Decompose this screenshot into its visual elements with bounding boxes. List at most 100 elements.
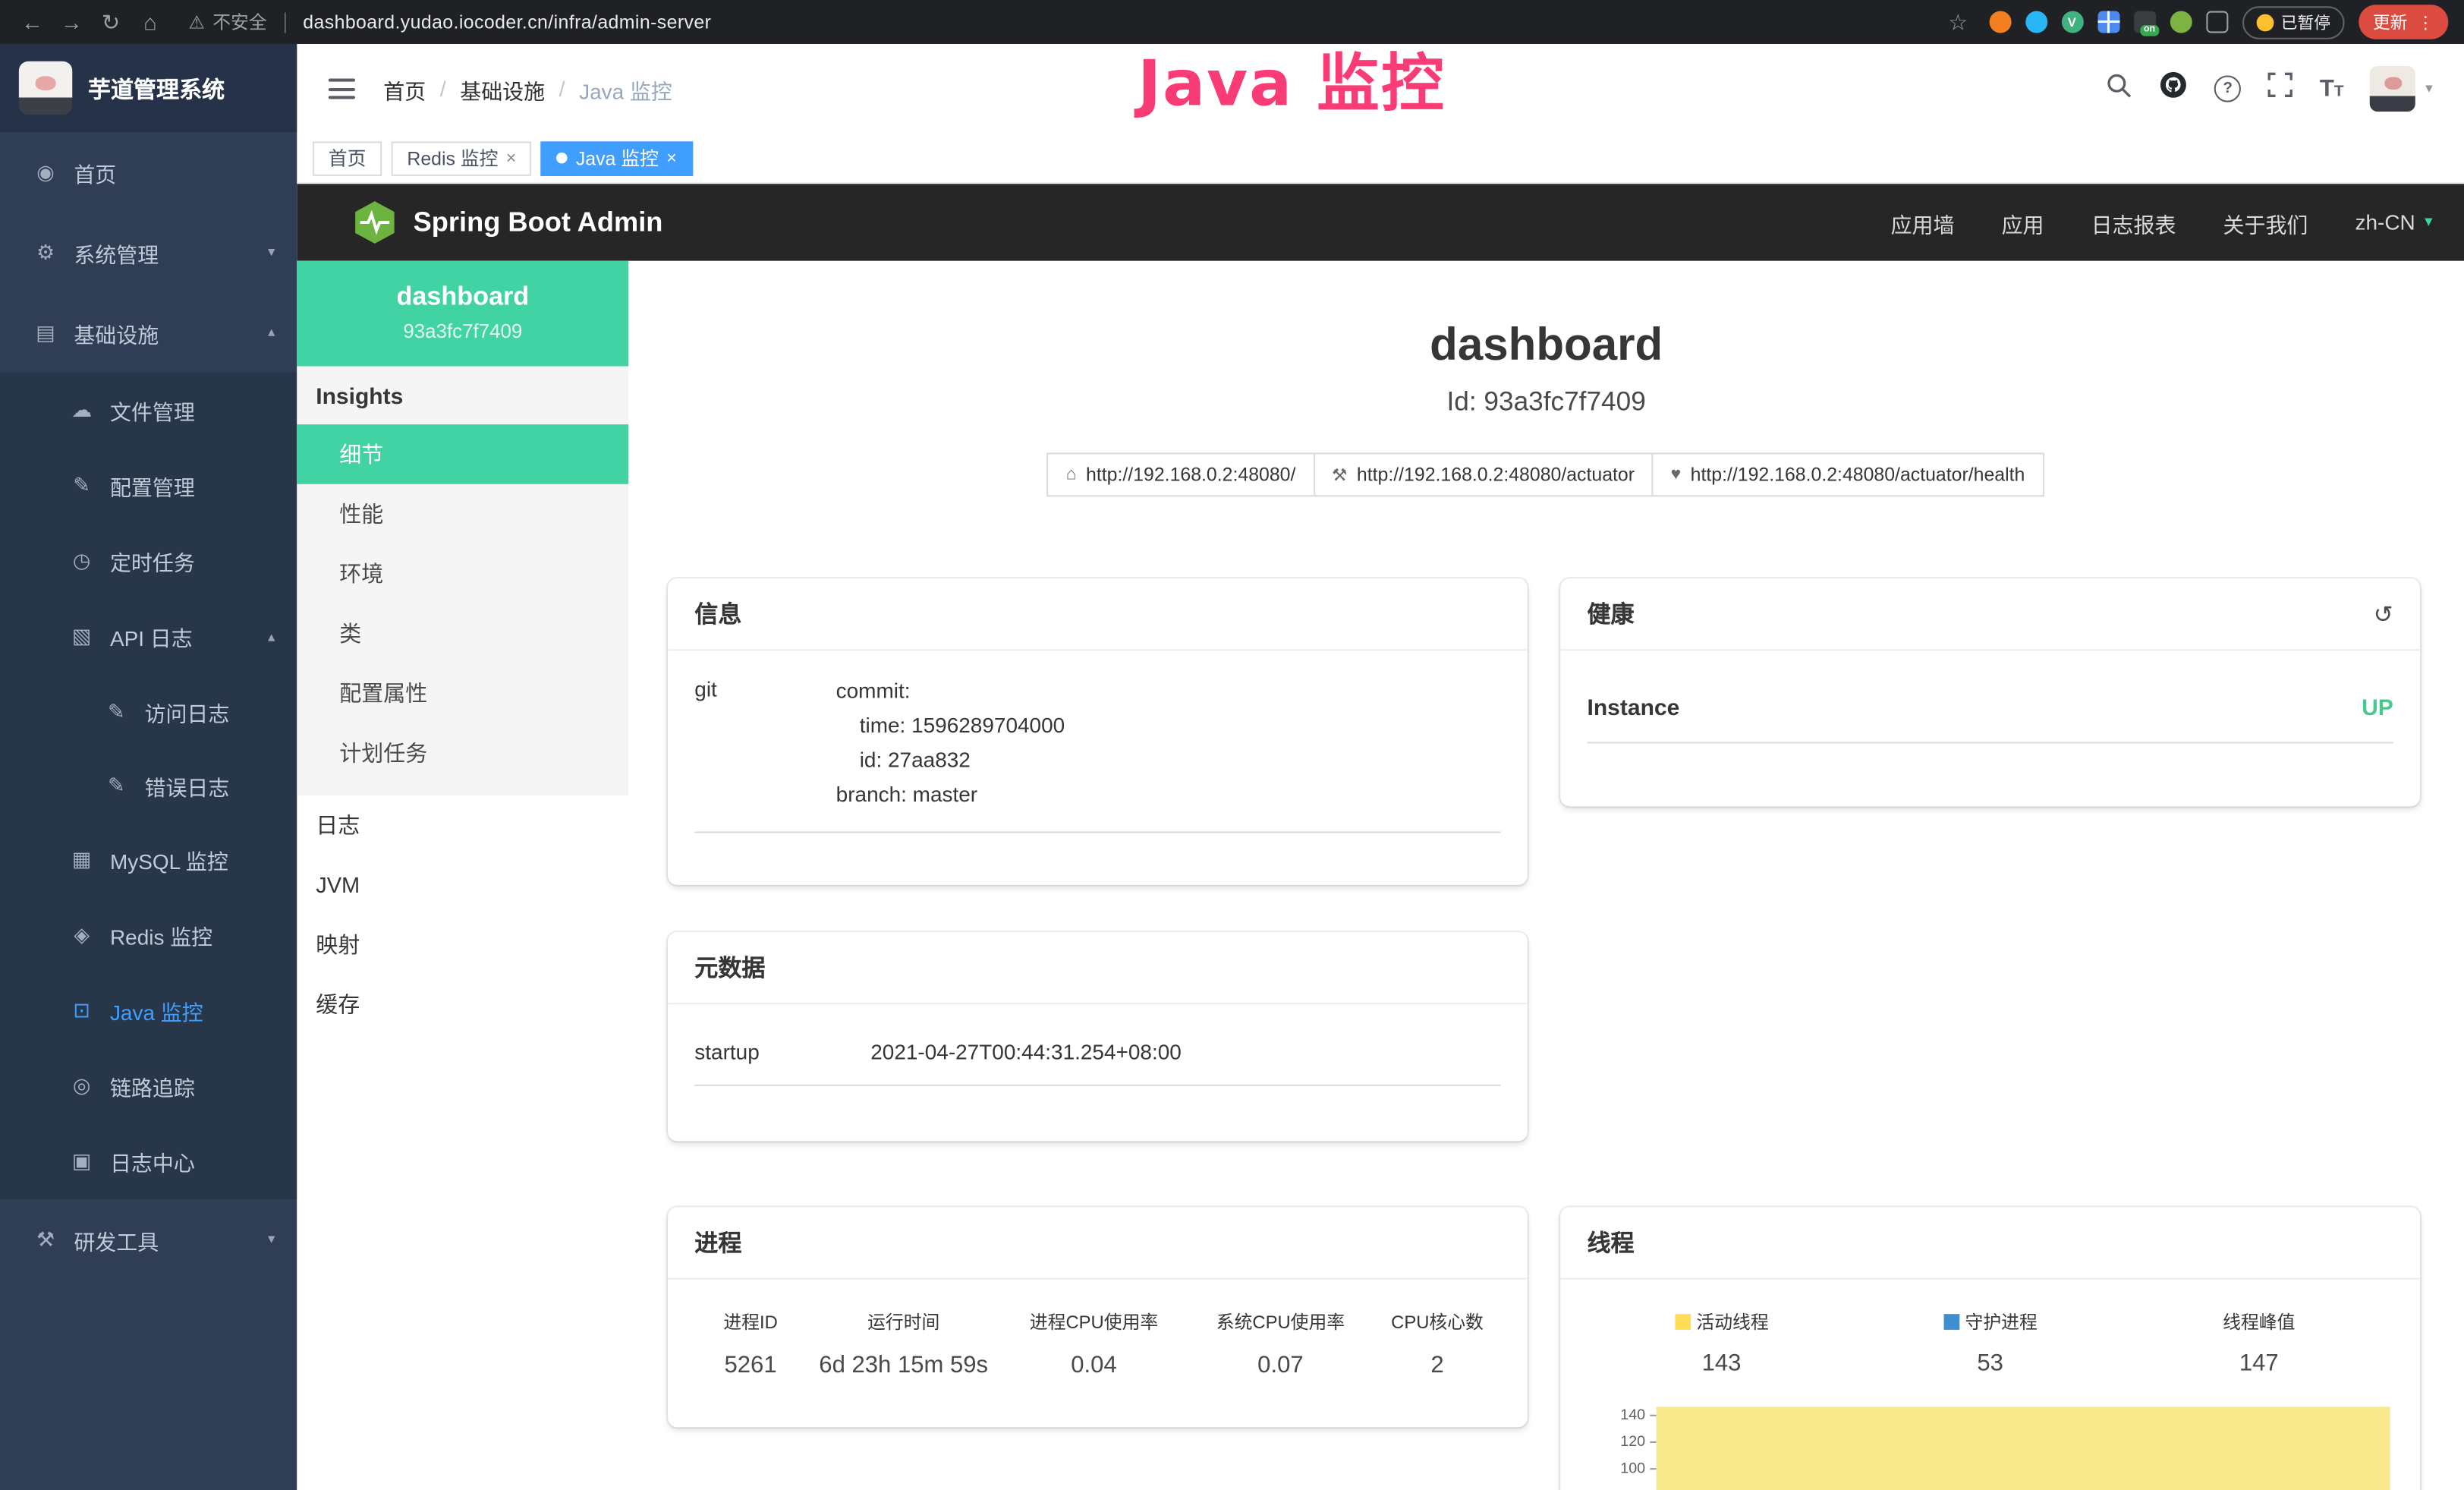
sba-menu-scheduledtasks[interactable]: 计划任务 bbox=[297, 723, 628, 783]
hamburger-icon[interactable] bbox=[329, 79, 355, 99]
screen: ← → ↻ ⌂ ⚠ 不安全 dashboard.yudao.iocoder.cn… bbox=[0, 0, 2464, 1490]
sba-menu-jvm[interactable]: JVM bbox=[297, 855, 628, 915]
instance-name: dashboard bbox=[297, 283, 628, 313]
link-url: http://192.168.0.2:48080/actuator bbox=[1357, 464, 1635, 486]
address-url[interactable]: dashboard.yudao.iocoder.cn/infra/admin-s… bbox=[303, 11, 711, 33]
health-card: 健康 ↺ Instance UP bbox=[1560, 578, 2420, 806]
sba-nav-wall[interactable]: 应用墙 bbox=[1891, 206, 1955, 238]
sidebar-item-config[interactable]: ✎ 配置管理 bbox=[0, 448, 297, 523]
avatar[interactable] bbox=[2371, 66, 2416, 112]
instance-header[interactable]: dashboard 93a3fc7f7409 bbox=[297, 261, 628, 367]
sidebar-item-log-center[interactable]: ▣ 日志中心 bbox=[0, 1124, 297, 1199]
reload-icon[interactable]: ↻ bbox=[94, 8, 127, 35]
back-arrow-icon[interactable]: ← bbox=[16, 9, 49, 34]
help-icon[interactable]: ? bbox=[2214, 75, 2241, 102]
tab-redis[interactable]: Redis 监控 × bbox=[392, 140, 532, 175]
legend-value: 147 bbox=[2125, 1350, 2393, 1377]
log-icon: ▣ bbox=[69, 1149, 94, 1174]
legend-label: 守护进程 bbox=[1965, 1309, 2038, 1334]
tab-home[interactable]: 首页 bbox=[313, 140, 382, 175]
breadcrumb-infra[interactable]: 基础设施 bbox=[460, 73, 545, 104]
sidebar-item-devtools[interactable]: ⚒ 研发工具 ▾ bbox=[0, 1199, 297, 1280]
sba-menu-classes[interactable]: 类 bbox=[297, 603, 628, 663]
tab-java[interactable]: Java 监控 × bbox=[541, 140, 692, 175]
puzzle-extensions-icon[interactable] bbox=[2205, 11, 2227, 33]
sba-nav-applications[interactable]: 应用 bbox=[2002, 206, 2044, 238]
locale-select[interactable]: zh-CN ▾ bbox=[2355, 210, 2432, 234]
process-col-uptime: 运行时间 6d 23h 15m 59s bbox=[807, 1309, 1001, 1378]
sba-menu-caches[interactable]: 缓存 bbox=[297, 975, 628, 1035]
sidebar-item-system[interactable]: ⚙ 系统管理 ▾ bbox=[0, 213, 297, 293]
close-icon[interactable]: × bbox=[666, 149, 676, 168]
sidebar-item-api-log[interactable]: ▧ API 日志 ▴ bbox=[0, 599, 297, 674]
leaf-extension-icon[interactable] bbox=[2170, 11, 2192, 33]
metadata-card: 元数据 startup 2021-04-27T00:44:31.254+08:0… bbox=[668, 932, 1528, 1141]
info-value-line: commit: bbox=[836, 674, 1501, 709]
wrench-icon: ⚒ bbox=[1332, 465, 1347, 485]
sba-menu-logs[interactable]: 日志 bbox=[297, 795, 628, 855]
history-icon[interactable]: ↺ bbox=[2374, 600, 2393, 628]
site-security-indicator[interactable]: ⚠ 不安全 bbox=[188, 9, 266, 34]
sba-menu-details[interactable]: 细节 bbox=[297, 424, 628, 484]
health-row[interactable]: Instance UP bbox=[1587, 681, 2393, 744]
forward-arrow-icon[interactable]: → bbox=[55, 9, 87, 34]
menu-label: 性能 bbox=[339, 498, 383, 529]
breadcrumb-home[interactable]: 首页 bbox=[383, 73, 426, 104]
sba-menu-environment[interactable]: 环境 bbox=[297, 543, 628, 603]
sidebar-item-file[interactable]: ☁ 文件管理 bbox=[0, 373, 297, 448]
fullscreen-icon[interactable] bbox=[2268, 72, 2293, 105]
sba-menu-configprops[interactable]: 配置属性 bbox=[297, 663, 628, 723]
profile-paused-badge[interactable]: 已暂停 bbox=[2242, 5, 2345, 38]
warning-triangle-icon: ⚠ bbox=[188, 11, 204, 33]
menu-label: 计划任务 bbox=[339, 737, 427, 768]
sba-menu-metrics[interactable]: 性能 bbox=[297, 484, 628, 544]
close-icon[interactable]: × bbox=[506, 149, 516, 168]
instance-detail: dashboard Id: 93a3fc7f7409 ⌂ http://192.… bbox=[628, 261, 2464, 1490]
info-value-line: time: 1596289704000 bbox=[836, 709, 1501, 744]
sidebar-item-home[interactable]: ◉ 首页 bbox=[0, 132, 297, 213]
chevron-down-icon[interactable]: ▾ bbox=[2425, 80, 2432, 98]
app-logo[interactable]: 芋道管理系统 bbox=[0, 44, 297, 132]
switch-on-extension-icon[interactable]: on bbox=[2133, 11, 2155, 33]
info-row-git: git commit: time: 1596289704000 id: 27aa… bbox=[694, 674, 1500, 833]
sidebar-item-infra[interactable]: ▤ 基础设施 ▴ bbox=[0, 292, 297, 373]
menu-label: 类 bbox=[339, 618, 361, 649]
drop-extension-icon[interactable] bbox=[2025, 11, 2047, 33]
sidebar-item-cron[interactable]: ◷ 定时任务 bbox=[0, 524, 297, 599]
sidebar-item-label: Java 监控 bbox=[110, 995, 203, 1026]
sidebar-item-mysql[interactable]: ▦ MySQL 监控 bbox=[0, 822, 297, 897]
sidebar-item-error-log[interactable]: ✎ 错误日志 bbox=[0, 748, 297, 822]
menu-label: 细节 bbox=[339, 439, 383, 470]
sba-menu-mappings[interactable]: 映射 bbox=[297, 915, 628, 975]
sidebar-item-trace[interactable]: ◎ 链路追踪 bbox=[0, 1048, 297, 1123]
sba-nav-journal[interactable]: 日志报表 bbox=[2091, 206, 2176, 238]
sidebar-item-java[interactable]: ⊡ Java 监控 bbox=[0, 973, 297, 1048]
font-size-icon[interactable]: TT bbox=[2320, 75, 2344, 102]
chrome-update-button[interactable]: 更新 ⋮ bbox=[2359, 5, 2448, 39]
browser-home-icon[interactable]: ⌂ bbox=[134, 9, 166, 34]
sba-nav-about[interactable]: 关于我们 bbox=[2223, 206, 2308, 238]
actuator-url-link[interactable]: ⚒ http://192.168.0.2:48080/actuator bbox=[1313, 452, 1654, 496]
health-url-link[interactable]: ♥ http://192.168.0.2:48080/actuator/heal… bbox=[1652, 452, 2044, 496]
menu-label: JVM bbox=[316, 872, 360, 897]
doc-icon: ✎ bbox=[104, 698, 129, 723]
y-tick-label: 100 bbox=[1620, 1460, 1645, 1478]
breadcrumb: 首页 / 基础设施 / Java 监控 bbox=[383, 73, 672, 104]
process-card: 进程 进程ID 5261 运行时间 bbox=[668, 1207, 1528, 1427]
sba-brand-label: Spring Boot Admin bbox=[414, 206, 663, 238]
sidebar-item-access-log[interactable]: ✎ 访问日志 bbox=[0, 674, 297, 748]
sba-brand[interactable]: Spring Boot Admin bbox=[354, 200, 662, 245]
service-url-link[interactable]: ⌂ http://192.168.0.2:48080/ bbox=[1047, 452, 1314, 496]
bookmark-star-icon[interactable]: ☆ bbox=[1941, 8, 1974, 35]
card-title: 信息 bbox=[694, 597, 741, 630]
search-icon[interactable] bbox=[2106, 71, 2132, 106]
github-icon[interactable] bbox=[2160, 71, 2188, 107]
fox-extension-icon[interactable] bbox=[1989, 11, 2011, 33]
home-icon: ⌂ bbox=[1066, 465, 1077, 484]
grid-extension-icon[interactable] bbox=[2097, 11, 2119, 33]
instance-id-line: Id: 93a3fc7f7409 bbox=[628, 386, 2464, 417]
col-value: 5261 bbox=[694, 1352, 807, 1378]
vue-extension-icon[interactable]: V bbox=[2061, 11, 2083, 33]
sidebar-item-redis[interactable]: ◈ Redis 监控 bbox=[0, 897, 297, 972]
browser-actions: ☆ V on 已暂停 更新 ⋮ bbox=[1941, 5, 2448, 39]
